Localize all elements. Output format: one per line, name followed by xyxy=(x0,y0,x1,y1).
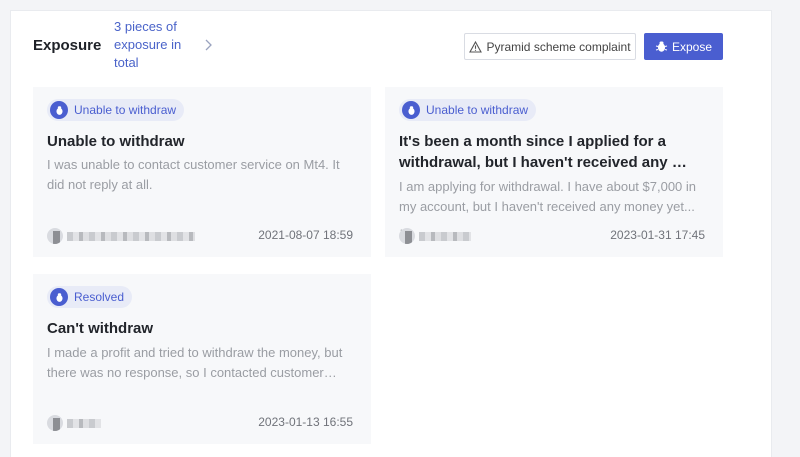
card-description: I was unable to contact customer service… xyxy=(47,157,340,192)
avatar xyxy=(47,228,63,244)
blurred-username xyxy=(67,418,101,428)
bug-icon xyxy=(655,41,668,52)
exposure-count-link[interactable]: 3 pieces of exposure in total xyxy=(114,18,194,72)
card-title: Can't withdraw xyxy=(47,320,154,337)
blurred-username xyxy=(419,231,471,241)
pyramid-complaint-button[interactable]: Pyramid scheme complaint xyxy=(464,33,636,60)
bug-icon xyxy=(50,101,68,119)
card-timestamp: 2021-08-07 18:59 xyxy=(258,228,353,242)
user-info xyxy=(47,228,197,244)
chevron-right-icon[interactable] xyxy=(202,38,216,52)
expose-label: Expose xyxy=(671,39,713,54)
status-badge-label: Unable to withdraw xyxy=(74,103,177,117)
exposure-panel: Exposure 3 pieces of exposure in total P… xyxy=(10,10,772,457)
expose-button[interactable]: Expose xyxy=(644,33,723,60)
card-timestamp: 2023-01-31 17:45 xyxy=(610,228,705,242)
card-timestamp: 2023-01-13 16:55 xyxy=(258,415,353,429)
card-title: It's been a month since I applied for a … xyxy=(399,133,687,171)
user-info xyxy=(47,415,197,431)
exposure-card[interactable]: Unable to withdraw It's been a month sin… xyxy=(385,87,723,257)
warning-triangle-icon xyxy=(469,40,483,53)
bug-icon xyxy=(50,288,68,306)
exposure-card[interactable]: Resolved Can't withdraw I made a profit … xyxy=(33,274,371,444)
bug-icon xyxy=(402,101,420,119)
section-title: Exposure xyxy=(33,37,102,54)
status-badge-label: Resolved xyxy=(74,290,125,304)
status-badge: Unable to withdraw xyxy=(399,99,537,121)
avatar xyxy=(47,415,63,431)
avatar xyxy=(399,228,415,244)
card-description: I made a profit and tried to withdraw th… xyxy=(47,345,343,380)
status-badge: Resolved xyxy=(47,286,133,308)
status-badge: Unable to withdraw xyxy=(47,99,185,121)
status-badge-label: Unable to withdraw xyxy=(426,103,529,117)
pyramid-complaint-label: Pyramid scheme complaint xyxy=(486,39,631,54)
blurred-username xyxy=(67,231,195,241)
card-title: Unable to withdraw xyxy=(47,133,185,150)
exposure-card[interactable]: Unable to withdraw Unable to withdraw I … xyxy=(33,87,371,257)
user-info xyxy=(399,228,549,244)
